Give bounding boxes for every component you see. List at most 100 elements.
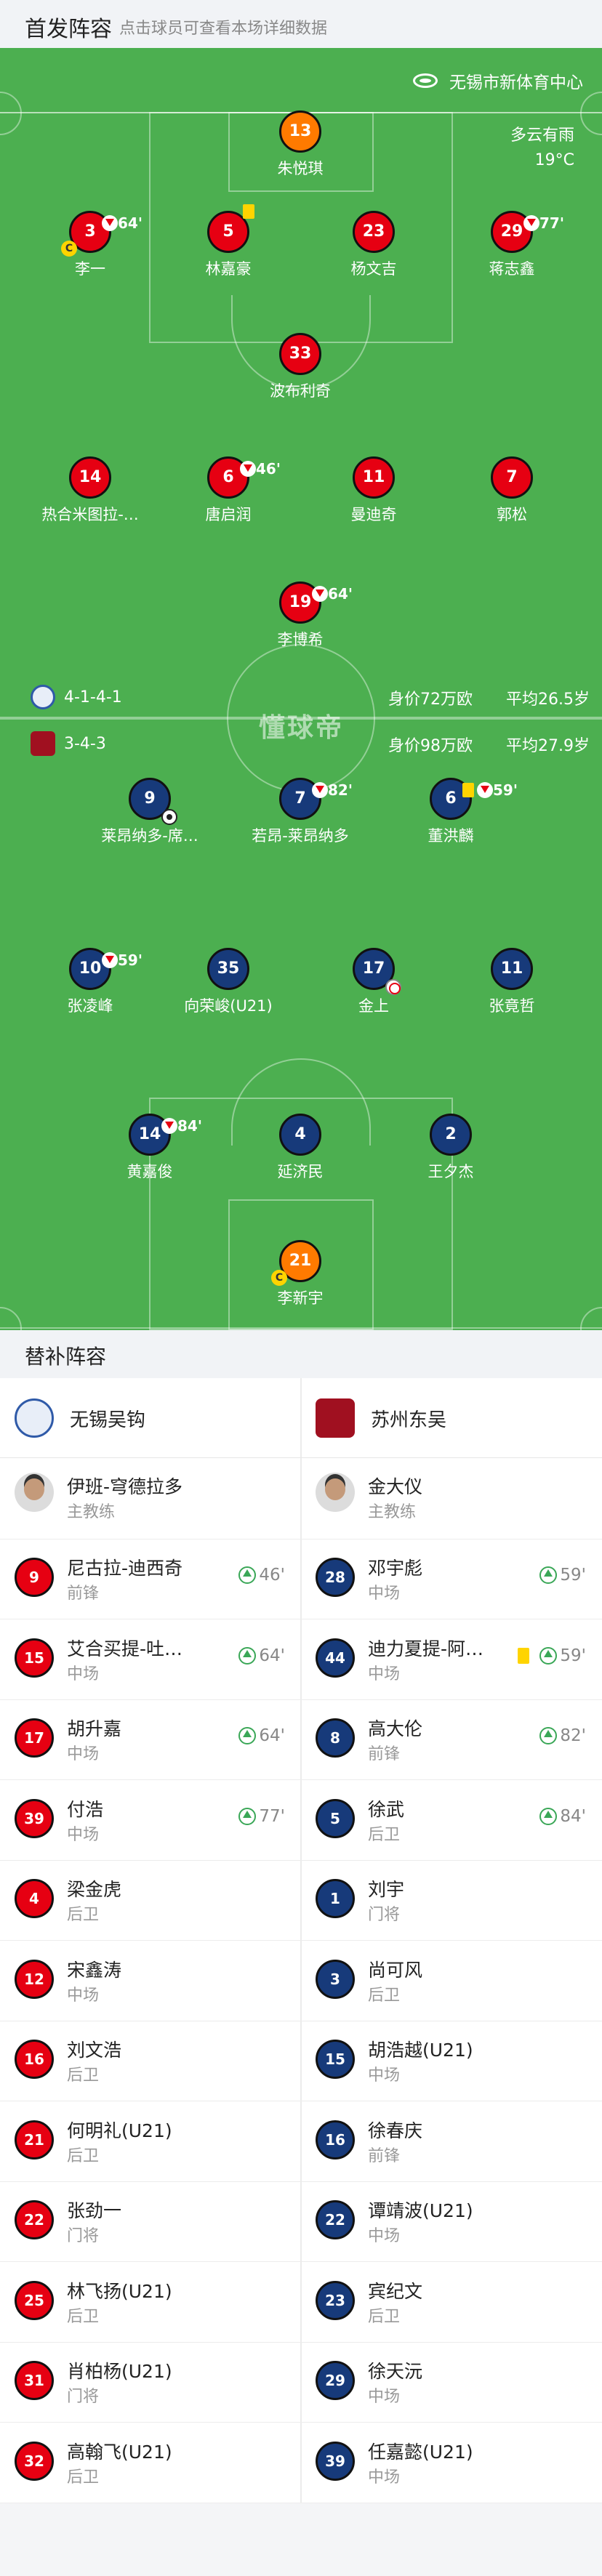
bench-player-home[interactable]: 16 刘文浩 后卫 <box>0 2021 301 2101</box>
player-position: 中场 <box>368 2227 401 2245</box>
player-away[interactable]: 9 莱昂纳多-席… <box>77 778 222 846</box>
player-name: 高大伦 <box>368 1718 423 1739</box>
player-name: 肖柏杨(U21) <box>67 2361 172 2382</box>
player-home[interactable]: 23 杨文吉 <box>301 211 446 279</box>
venue: 无锡市新体育中心 <box>413 68 583 93</box>
player-number: 19 <box>289 593 312 611</box>
player-home[interactable]: 13 朱悦琪 <box>228 110 373 179</box>
sub-out-icon <box>312 586 328 602</box>
player-position: 门将 <box>67 2388 100 2406</box>
bench-player-away[interactable]: 28 邓宇彪 中场 59' <box>301 1539 602 1619</box>
bench-player-home[interactable]: 15 艾合买提-吐… 中场 64' <box>0 1620 301 1699</box>
player-number: 22 <box>316 2200 355 2239</box>
player-away[interactable]: 14 84' 黄嘉俊 <box>77 1114 222 1182</box>
bench-player-away[interactable]: 16 徐春庆 前锋 <box>301 2102 602 2181</box>
player-position: 中场 <box>368 1585 401 1603</box>
player-home[interactable]: 19 64' 李博希 <box>228 581 373 650</box>
bench-player-away[interactable]: 22 谭靖波(U21) 中场 <box>301 2182 602 2261</box>
yellow-card-icon <box>518 1647 530 1664</box>
player-away[interactable]: 21 C 李新宇 <box>228 1240 373 1308</box>
home-value: 身价72万欧 <box>388 691 473 709</box>
sub-minute: 77' <box>259 1806 285 1826</box>
bench-player-home[interactable]: 9 尼古拉-迪西奇 前锋 46' <box>0 1539 301 1619</box>
sub-minute: 64' <box>328 585 353 603</box>
player-away[interactable]: 35 向荣峻(U21) <box>156 948 301 1016</box>
player-name: 王夕杰 <box>428 1163 474 1180</box>
sub-in-icon <box>539 1646 558 1665</box>
player-number: 10 <box>79 959 102 978</box>
bench-player-away[interactable]: 1 刘宇 门将 <box>301 1861 602 1940</box>
player-away[interactable]: 4 延济民 <box>228 1114 373 1182</box>
bench-player-away[interactable]: 23 宾纪文 后卫 <box>301 2263 602 2342</box>
bench-player-away[interactable]: 3 尚可风 后卫 <box>301 1941 602 2021</box>
bench-player-away[interactable]: 8 高大伦 前锋 82' <box>301 1700 602 1779</box>
card-substitution-event: 59' <box>462 771 518 809</box>
home-team[interactable]: 无锡吴钩 <box>15 1398 145 1438</box>
player-home[interactable]: 11 曼迪奇 <box>301 456 446 525</box>
bench-player-away[interactable]: 15 胡浩越(U21) 中场 <box>301 2021 602 2101</box>
yellow-card-icon <box>243 204 254 219</box>
player-number: 29 <box>316 2361 355 2400</box>
player-name: 蒋志鑫 <box>489 260 535 278</box>
sub-in-icon <box>238 1566 257 1584</box>
player-name: 艾合买提-吐… <box>67 1638 183 1659</box>
substitution-event: 82' <box>539 1726 586 1745</box>
player-number: 39 <box>15 1798 54 1838</box>
player-position: 后卫 <box>368 1825 401 1844</box>
away-team-logo-icon <box>31 731 55 756</box>
player-home[interactable]: 6 46' 唐启润 <box>156 456 301 525</box>
player-home[interactable]: 3 64' C 李一 <box>17 211 163 279</box>
bench-player-home[interactable]: 4 梁金虎 后卫 <box>0 1861 301 1940</box>
player-away[interactable]: 11 张竟哲 <box>439 948 585 1016</box>
bench-player-home[interactable]: 31 肖柏杨(U21) 门将 <box>0 2343 301 2422</box>
away-team[interactable]: 苏州东吴 <box>316 1398 446 1438</box>
player-home[interactable]: 33 波布利奇 <box>228 333 373 401</box>
player-number: 21 <box>15 2120 54 2160</box>
bench-player-home[interactable]: 25 林飞扬(U21) 后卫 <box>0 2263 301 2342</box>
bench-player-away[interactable]: 44 迪力夏提-阿… 中场 59' <box>301 1620 602 1699</box>
bench-player-home[interactable]: 17 胡升嘉 中场 64' <box>0 1700 301 1779</box>
player-away[interactable]: 17 金上 <box>301 948 446 1016</box>
weather: 多云有雨 19°C <box>510 124 574 173</box>
bench-player-away[interactable]: 5 徐武 后卫 84' <box>301 1781 602 1860</box>
away-coach[interactable]: 金大仪 主教练 <box>301 1458 602 1539</box>
player-away[interactable]: 7 82' 若昂-莱昂纳多 <box>228 778 373 846</box>
yellow-card-icon <box>462 783 474 797</box>
player-name: 莱昂纳多-席… <box>101 827 198 845</box>
bench-player-away[interactable]: 29 徐天沅 中场 <box>301 2343 602 2422</box>
player-number: 21 <box>289 1252 312 1270</box>
player-away[interactable]: 2 王夕杰 <box>378 1114 523 1182</box>
player-name: 波布利奇 <box>270 382 331 400</box>
player-number: 15 <box>316 2040 355 2079</box>
player-name: 李一 <box>75 260 105 278</box>
sub-out-icon <box>312 782 328 798</box>
player-home[interactable]: 29 77' 蒋志鑫 <box>439 211 585 279</box>
player-number: 3 <box>316 1959 355 1999</box>
sub-in-icon <box>238 1646 257 1665</box>
bench-player-home[interactable]: 22 张劲一 门将 <box>0 2182 301 2261</box>
player-home[interactable]: 5 林嘉豪 <box>156 204 301 279</box>
player-name: 徐天沅 <box>368 2361 423 2382</box>
player-home[interactable]: 7 郭松 <box>439 456 585 525</box>
bench-player-home[interactable]: 32 高翰飞(U21) 后卫 <box>0 2423 301 2503</box>
weather-condition: 多云有雨 <box>510 126 574 145</box>
substitution-event: 64' <box>238 1726 285 1745</box>
bench-player-home[interactable]: 21 何明礼(U21) 后卫 <box>0 2102 301 2181</box>
home-coach[interactable]: 伊班-穹德拉多 主教练 <box>0 1458 301 1539</box>
player-position: 后卫 <box>67 2066 100 2085</box>
player-number: 1 <box>316 1879 355 1918</box>
player-home[interactable]: 14 热合米图拉-… <box>17 456 163 525</box>
player-name: 朱悦琪 <box>277 160 324 177</box>
venue-name: 无锡市新体育中心 <box>449 73 583 92</box>
bench-player-away[interactable]: 39 任嘉懿(U21) 中场 <box>301 2423 602 2503</box>
player-away[interactable]: 10 59' 张凌峰 <box>17 948 163 1016</box>
page-bottom <box>0 2503 602 2576</box>
bench-player-home[interactable]: 39 付浩 中场 77' <box>0 1781 301 1860</box>
sub-minute: 59' <box>493 781 518 799</box>
player-away[interactable]: 6 59' 董洪麟 <box>378 778 523 846</box>
player-position: 后卫 <box>67 1906 100 1924</box>
player-number: 4 <box>279 1114 321 1156</box>
away-team-name: 苏州东吴 <box>371 1409 447 1431</box>
bench-row: 17 胡升嘉 中场 64' 8 高大伦 前锋 82' <box>0 1700 602 1780</box>
bench-player-home[interactable]: 12 宋鑫涛 中场 <box>0 1941 301 2021</box>
